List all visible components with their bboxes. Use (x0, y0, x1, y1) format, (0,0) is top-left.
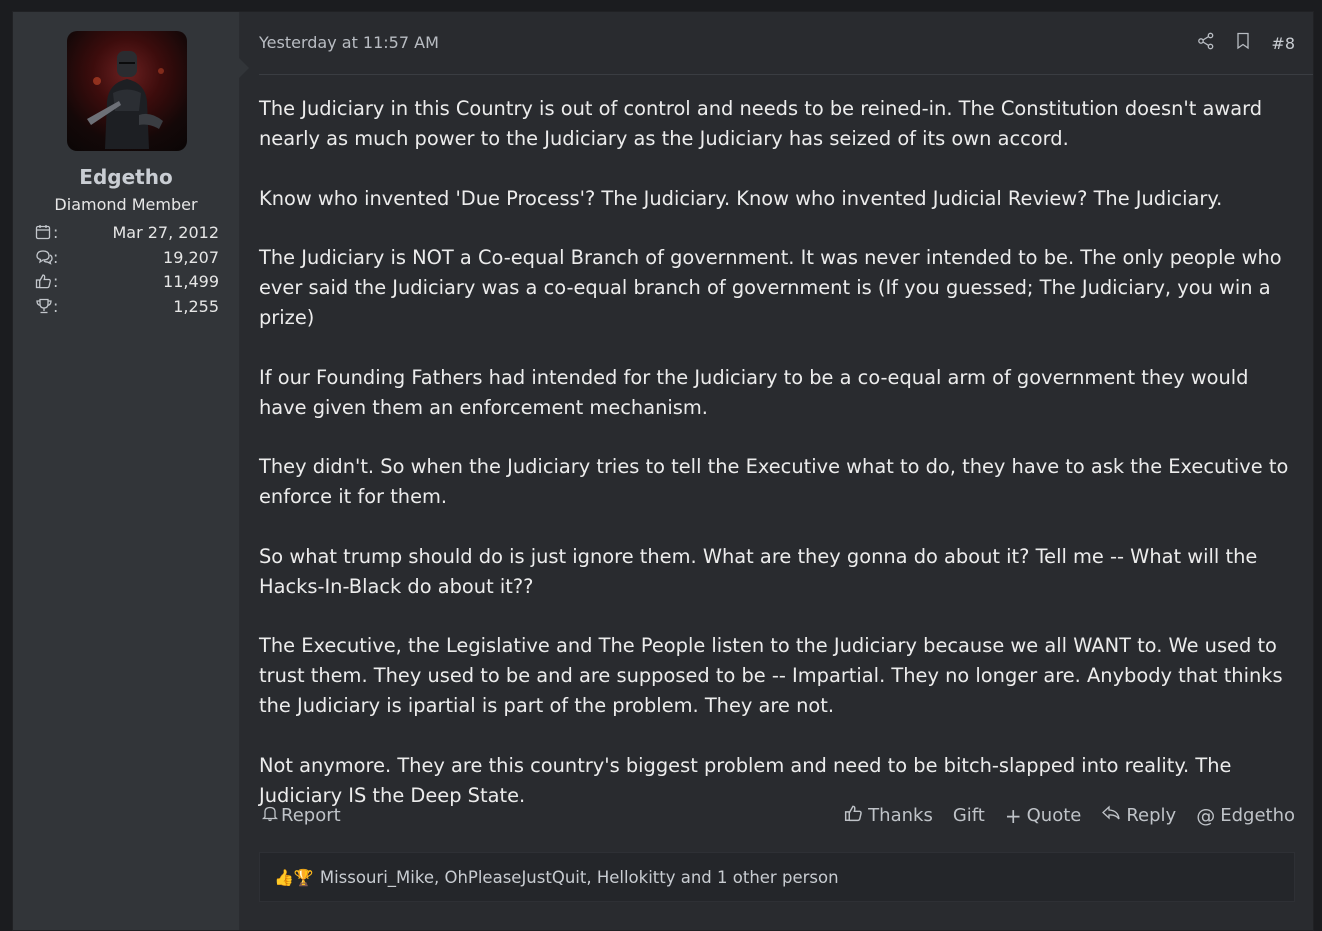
messages-icon (35, 249, 55, 267)
gift-label: Gift (952, 805, 985, 826)
stat-reactions: : 11,499 (35, 270, 219, 295)
reactions-text[interactable]: Missouri_Mike, OhPleaseJustQuit, Helloki… (320, 868, 839, 887)
post-paragraph: Know who invented 'Due Process'? The Jud… (259, 186, 1223, 210)
post-paragraph: The Judiciary in this Country is out of … (259, 97, 1263, 150)
post-timestamp[interactable]: Yesterday at 11:57 AM (259, 33, 439, 52)
post-header-actions: #8 (1197, 32, 1295, 54)
at-icon: @ (1196, 804, 1216, 827)
bookmark-icon[interactable] (1235, 32, 1251, 54)
thumbs-up-icon (844, 804, 863, 827)
post-footer: Report Thanks Gift + Quote Reply @ Edget… (259, 802, 1313, 832)
calendar-icon (35, 224, 55, 242)
trophy-icon (35, 298, 55, 316)
stat-points: : 1,255 (35, 295, 219, 320)
user-stats: : Mar 27, 2012 : 19,207 : 11,499: 1,255 (35, 221, 219, 319)
plus-icon: + (1004, 803, 1022, 828)
post-paragraph: If our Founding Fathers had intended for… (259, 365, 1249, 419)
quote-label: Quote (1026, 805, 1082, 826)
post-body: The Judiciary in this Country is out of … (259, 94, 1299, 840)
post-main: Yesterday at 11:57 AM #8 The Judiciary i… (259, 12, 1313, 930)
stat-joined: : Mar 27, 2012 (35, 221, 219, 246)
stat-value: 1,255 (173, 296, 219, 316)
thanks-label: Thanks (868, 805, 933, 826)
post-header: Yesterday at 11:57 AM #8 (259, 12, 1313, 75)
user-title: Diamond Member (54, 195, 198, 214)
reaction-icons: 👍🏆 (274, 867, 314, 887)
user-sidebar: Edgetho Diamond Member : Mar 27, 2012 : … (13, 12, 240, 930)
share-icon[interactable] (1197, 32, 1215, 54)
post-container: Edgetho Diamond Member : Mar 27, 2012 : … (12, 11, 1314, 931)
stat-value: Mar 27, 2012 (112, 223, 219, 242)
reply-button[interactable]: Reply (1101, 805, 1176, 826)
quote-button[interactable]: + Quote (1005, 805, 1082, 826)
thumbs-up-icon (35, 273, 55, 291)
user-arrow (239, 58, 249, 78)
report-label: Report (281, 805, 341, 826)
post-paragraph: So what trump should do is just ignore t… (259, 544, 1258, 598)
stat-value: 11,499 (163, 272, 219, 291)
stat-value: 19,207 (163, 247, 219, 267)
username[interactable]: Edgetho (13, 165, 239, 189)
mention-button[interactable]: @ Edgetho (1196, 805, 1295, 827)
stat-messages: : 19,207 (35, 246, 219, 271)
post-paragraph: They didn't. So when the Judiciary tries… (259, 455, 1289, 508)
mention-label: Edgetho (1220, 805, 1295, 826)
gift-button[interactable]: Gift (953, 805, 985, 826)
post-paragraph: The Judiciary is NOT a Co-equal Branch o… (259, 246, 1282, 329)
thanks-button[interactable]: Thanks (844, 804, 933, 827)
reactions-bar[interactable]: 👍🏆 Missouri_Mike, OhPleaseJustQuit, Hell… (259, 852, 1295, 902)
bell-icon (261, 804, 279, 827)
report-button[interactable]: Report (261, 804, 341, 827)
avatar[interactable] (67, 31, 187, 151)
post-number[interactable]: #8 (1271, 34, 1295, 53)
reply-icon (1101, 805, 1121, 826)
reply-label: Reply (1126, 805, 1177, 826)
post-paragraph: The Executive, the Legislative and The P… (259, 634, 1283, 717)
footer-actions: Thanks Gift + Quote Reply @ Edgetho (844, 804, 1295, 827)
